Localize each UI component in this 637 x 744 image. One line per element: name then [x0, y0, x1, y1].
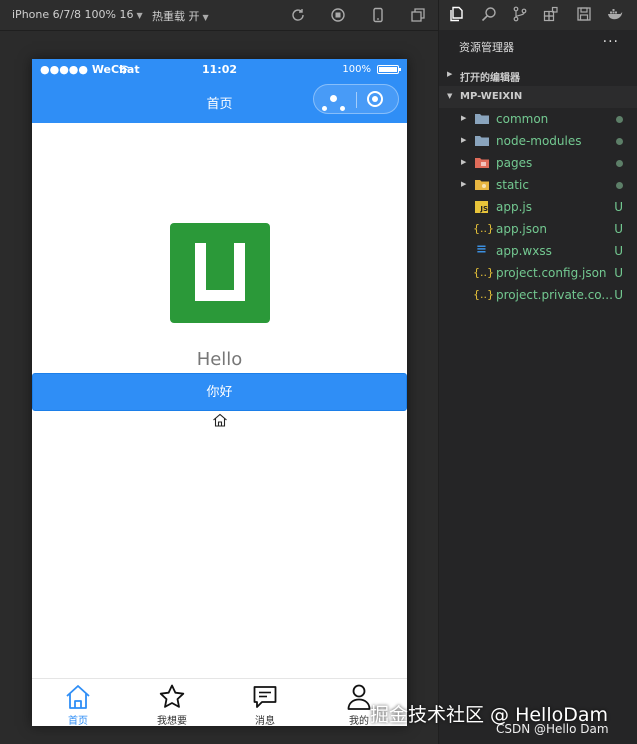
js-file-icon: JS: [475, 201, 488, 213]
tree-item-label: node-modules: [496, 134, 582, 148]
tab-messages[interactable]: 消息: [230, 683, 300, 726]
json-file-icon: {..}: [473, 266, 494, 279]
untracked-badge: U: [614, 244, 623, 258]
tree-item-label: project.config.json: [496, 266, 607, 280]
activity-bar: [438, 0, 637, 30]
battery-percent: 100%: [342, 64, 371, 75]
search-icon[interactable]: [481, 6, 497, 22]
device-select-label: iPhone 6/7/8 100% 16: [12, 8, 134, 21]
files-icon[interactable]: [449, 6, 465, 22]
status-dot: [616, 182, 623, 189]
window-icon[interactable]: [410, 7, 426, 23]
status-dot: [616, 116, 623, 123]
status-bar: ●●●●● WeChat 11:02 100%: [32, 59, 407, 81]
close-miniprogram-icon[interactable]: [367, 91, 383, 107]
tree-item-app-wxss[interactable]: ≡ app.wxss U: [439, 240, 637, 262]
user-icon: [347, 684, 371, 710]
untracked-badge: U: [614, 222, 623, 236]
project-name: MP-WEIXIN: [460, 91, 523, 102]
more-dots-icon[interactable]: [322, 95, 348, 115]
folder-static-icon: [475, 180, 489, 190]
json-file-icon: {..}: [473, 288, 494, 301]
hello-button[interactable]: 你好: [32, 373, 407, 411]
open-editors-section[interactable]: ▶ 打开的编辑器: [439, 64, 637, 86]
chevron-right-icon: ▶: [461, 180, 467, 188]
capsule-divider: [356, 92, 357, 108]
tab-messages-label: 消息: [255, 716, 275, 726]
explorer-panel: 资源管理器 ··· ▶ 打开的编辑器 ▼ MP-WEIXIN ▶ common …: [438, 30, 637, 744]
folder-icon: [475, 114, 489, 124]
tree-item-label: app.json: [496, 222, 547, 236]
tree-item-node-modules[interactable]: ▶ node-modules: [439, 130, 637, 152]
tab-wishlist-label: 我想要: [157, 716, 187, 726]
hello-text: Hello: [196, 349, 243, 370]
tree-item-project-config-json[interactable]: {..} project.config.json U: [439, 262, 637, 284]
extensions-icon[interactable]: [543, 6, 559, 22]
untracked-badge: U: [614, 200, 623, 214]
chevron-right-icon: ▶: [461, 114, 467, 122]
tab-home-label: 首页: [68, 716, 88, 726]
chevron-down-icon: ▼: [202, 13, 209, 22]
tree-item-common[interactable]: ▶ common: [439, 108, 637, 130]
chevron-right-icon: ▶: [461, 136, 467, 144]
phone-screen: ●●●●● WeChat 11:02 100% 首页 Hello 你好 首页 我…: [32, 59, 407, 726]
folder-icon: [475, 136, 489, 146]
chevron-right-icon: ▶: [447, 70, 453, 78]
tree-item-label: static: [496, 178, 529, 192]
tree-item-pages[interactable]: ▶ pages: [439, 152, 637, 174]
untracked-badge: U: [614, 266, 623, 280]
status-dot: [616, 160, 623, 167]
tree-item-static[interactable]: ▶ static: [439, 174, 637, 196]
navigation-bar: 首页: [32, 81, 407, 123]
docker-icon[interactable]: [607, 6, 623, 22]
git-branch-icon[interactable]: [512, 6, 528, 22]
tree-item-label: app.wxss: [496, 244, 552, 258]
tab-wishlist[interactable]: 我想要: [137, 683, 207, 726]
project-section[interactable]: ▼ MP-WEIXIN: [439, 86, 637, 108]
battery-icon: [377, 65, 401, 74]
hot-reload-select[interactable]: 热重载 开 ▼: [152, 8, 209, 24]
tab-home[interactable]: 首页: [43, 683, 113, 726]
status-dot: [616, 138, 623, 145]
tree-item-project-private[interactable]: {..} project.private.co... U: [439, 284, 637, 306]
message-icon: [253, 686, 277, 708]
folder-pages-icon: [475, 158, 489, 168]
simulator-toolbar: iPhone 6/7/8 100% 16 ▼ 热重载 开 ▼: [0, 0, 438, 31]
star-icon: [159, 684, 185, 708]
refresh-icon[interactable]: [290, 7, 306, 23]
tree-item-label: project.private.co...: [496, 288, 613, 302]
explorer-title: 资源管理器: [459, 41, 514, 54]
device-select[interactable]: iPhone 6/7/8 100% 16 ▼: [12, 8, 143, 21]
watermark-subtext: CSDN @Hello Dam: [496, 722, 609, 736]
home-icon: [66, 685, 90, 709]
save-icon[interactable]: [576, 6, 592, 22]
uni-app-logo: [170, 223, 270, 323]
json-file-icon: {..}: [473, 222, 494, 235]
untracked-badge: U: [614, 288, 623, 302]
css-file-icon: ≡: [476, 242, 487, 257]
tab-bar: 首页 我想要 消息 我的: [32, 678, 407, 726]
open-editors-label: 打开的编辑器: [460, 73, 520, 84]
chevron-right-icon: ▶: [461, 158, 467, 166]
more-actions-icon[interactable]: ···: [603, 34, 619, 50]
chevron-down-icon: ▼: [447, 92, 453, 100]
tree-item-label: app.js: [496, 200, 532, 214]
tree-item-label: common: [496, 112, 549, 126]
tree-item-label: pages: [496, 156, 533, 170]
phone-icon[interactable]: [370, 7, 386, 23]
chevron-down-icon: ▼: [136, 11, 143, 20]
tree-item-app-json[interactable]: {..} app.json U: [439, 218, 637, 240]
home-icon: [213, 413, 227, 427]
stop-icon[interactable]: [330, 7, 346, 23]
hot-reload-label: 热重载 开: [152, 10, 200, 23]
menu-capsule: [313, 84, 399, 114]
tree-item-app-js[interactable]: JS app.js U: [439, 196, 637, 218]
